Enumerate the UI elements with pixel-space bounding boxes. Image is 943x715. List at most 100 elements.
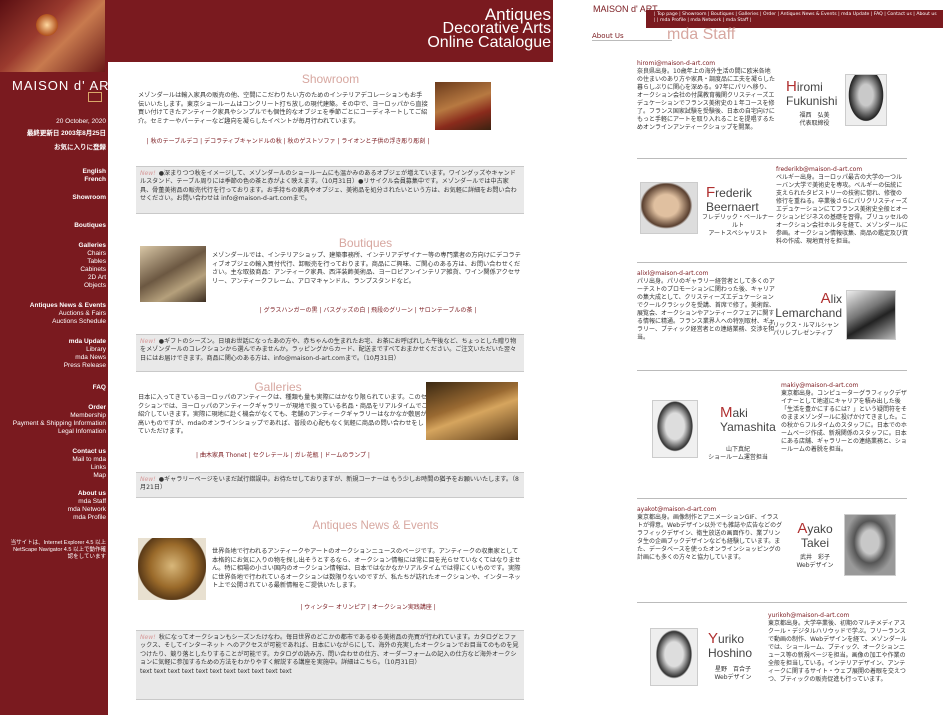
ane-photo[interactable] [138,538,206,600]
staff-bio: 東京都出身。画像制作とアニメーションGIF、イラストが得意。Webデザイン以外で… [637,514,783,561]
staff-title: mda Staff [667,26,736,43]
staff-frederik: frederikb@maison-d-art.com ベルギー出身。ヨーロッパ最… [776,166,908,246]
sidebar-item-faq[interactable]: FAQ [0,384,108,392]
divider [637,602,907,603]
staff-alix: alixl@maison-d-art.com パリ出身。パリのギャラリー経営者と… [637,270,775,342]
sidebar-item-mda-update[interactable]: mda Update [0,338,108,346]
sidebar-item-mda-staff[interactable]: mda Staff [0,498,108,506]
ane-title: Antiques News & Events [312,520,439,532]
name-initial: F [706,184,716,201]
divider [637,498,907,499]
sidebar-item-links[interactable]: Links [0,464,108,472]
sidebar-item-cabinets[interactable]: Cabinets [0,266,108,274]
header-title-line3: Online Catalogue [427,34,551,51]
sidebar-item-press-release[interactable]: Press Release [0,362,108,370]
add-favorite-link[interactable]: お気に入りに登録 [0,144,108,152]
staff-name-jp: フレデリック・ベールナールト アートスペシャリスト [702,214,774,238]
staff-photo [650,628,698,686]
staff-name-en: Yuriko Hoshino [708,630,752,660]
sidebar-item-library[interactable]: Library [0,346,108,354]
name-initial: A [820,290,831,307]
sidebar-item-auctions-schedule[interactable]: Auctions Schedule [0,318,108,326]
showroom-photo[interactable] [435,82,491,130]
ane-links[interactable]: | ウィンター オリンピア | オークション実践講座 | [212,602,524,611]
name-initial: M [720,404,733,421]
lang-french[interactable]: French [0,176,108,184]
staff-role: Webデザイン [714,674,752,681]
staff-email[interactable]: hiromi@maison-d-art.com [637,60,775,68]
about-us-label: About Us [592,32,624,40]
staff-bio: 東京都出身。大学卒業後、初期のマルチメディアスクール・デジタルハリウッドで学ぶ。… [768,620,907,683]
sidebar-item-mail[interactable]: Mail to mda [0,456,108,464]
sidebar-item-contact[interactable]: Contact us [0,448,108,456]
current-date: 20 October, 2020 [56,118,106,125]
sidebar-item-chairs[interactable]: Chairs [0,250,108,258]
sidebar-item-objects[interactable]: Objects [0,282,108,290]
sidebar-item-galleries[interactable]: Galleries [0,242,108,250]
staff-maki: makiy@maison-d-art.com 東京都出身。コンピューターグラフィ… [781,382,909,454]
header-photo [0,0,105,72]
staff-name-jp: 武井 彩子 Webデザイン [790,554,840,570]
staff-email[interactable]: alixl@maison-d-art.com [637,270,775,278]
lang-english[interactable]: English [0,168,108,176]
sidebar-item-about[interactable]: About us [0,490,108,498]
staff-name-en: Ayako Takei [792,521,838,550]
header-title: Antiques Decorative Arts Online Catalogu… [403,6,551,51]
staff-role: Webデザイン [796,562,834,569]
name-jp: 山下真紀 [725,446,750,453]
sidebar-item-legal[interactable]: Legal Infomation [0,428,108,436]
sidebar-item-auctions-fairs[interactable]: Auctions & Fairs [0,310,108,318]
staff-email[interactable]: yurikoh@maison-d-art.com [768,612,908,620]
boutiques-title: Boutiques [338,236,393,250]
boutiques-photo[interactable] [140,246,206,302]
sidebar-item-mda-profile[interactable]: mda Profile [0,514,108,522]
name-initial: H [786,78,797,95]
top-nav-links[interactable]: | Top page | Showroom | Boutiques | Gall… [654,12,939,24]
staff-bio: ベルギー出身。ヨーロッパ最古の大学の一つルーバン大学で美術史を専攻。ベルギーの伝… [776,174,909,245]
name-last: Yamashita [720,420,776,434]
name-jp: 福西 弘美 [799,112,830,119]
showroom-links[interactable]: | 秋のテーブルデコ | デコラティブキャンドルの秋 | 秋のゲストソファ | … [138,136,438,145]
sidebar-item-order[interactable]: Order [0,404,108,412]
name-jp: 武井 彩子 [799,554,830,561]
sidebar-item-2d-art[interactable]: 2D Art [0,274,108,282]
brand-logo[interactable]: MAISON d' ART [12,78,118,93]
staff-photo [845,74,887,126]
sidebar-item-ane[interactable]: Antiques News & Events [0,302,108,310]
browser-note: 当サイトは、Internet Explorer 4.5 以上 NetScape … [10,540,106,560]
name-last: Fukunishi [786,94,838,108]
name-initial: Y [708,630,719,647]
staff-email[interactable]: makiy@maison-d-art.com [781,382,909,390]
staff-name-jp: 星野 百合子 Webデザイン [702,666,764,682]
staff-role: パリレプレゼンティブ [773,330,833,337]
galleries-photo[interactable] [426,382,518,440]
sidebar-item-boutiques[interactable]: Boutiques [0,222,108,230]
sidebar-item-mda-news[interactable]: mda News [0,354,108,362]
staff-name-en: Frederik Beernaert [706,184,759,214]
boutiques-links[interactable]: | グラスハンガーの黒 | バスグッズの白 | 飛段のグリーン | サロンテーブ… [212,305,524,314]
staff-name-jp: 福西 弘美 代表取締役 [787,112,842,128]
galleries-links[interactable]: | 曲木家具 Thonet | セクレテール | ガレ花瓶 | ドームのランプ … [138,450,428,459]
staff-role: ショールーム運営担当 [708,454,768,461]
sidebar-item-showroom[interactable]: Showroom [0,194,108,202]
sidebar-item-membership[interactable]: Membership [0,412,108,420]
staff-email[interactable]: frederikb@maison-d-art.com [776,166,908,174]
new-badge: New! [140,476,156,483]
crest-icon [88,92,102,102]
staff-photo [640,182,698,234]
staff-photo [846,290,896,340]
name-last: Takei [800,536,829,550]
main-content: Showroom メゾンダールは輸入家具の販売の他、空間にこだわりたい方のための… [108,62,553,715]
sidebar-item-tables[interactable]: Tables [0,258,108,266]
sidebar-item-map[interactable]: Map [0,472,108,480]
ane-text: 世界各地で行われるアンティークやアートのオークションニュースのページです。アンテ… [212,548,521,590]
ane-news-text: 秋になってオークションもシーズンたけなわ。毎日世界のどこかの都市であるゆる美術品… [140,634,519,667]
staff-yuriko: yurikoh@maison-d-art.com 東京都出身。大学卒業後、初期の… [768,612,908,684]
sidebar-item-payment[interactable]: Payment & Shipping Information [0,420,108,428]
staff-email[interactable]: ayakot@maison-d-art.com [637,506,783,514]
new-badge: New! [140,170,156,177]
new-badge: New! [140,338,156,345]
sidebar-item-mda-network[interactable]: mda Network [0,506,108,514]
staff-name-en: Hiromi Fukunishi [786,78,838,108]
boutiques-news-text: ●ギフトのシーズン。日頃お世話になったあの方や、赤ちゃんの生まれたお宅、お茶にお… [140,338,517,362]
